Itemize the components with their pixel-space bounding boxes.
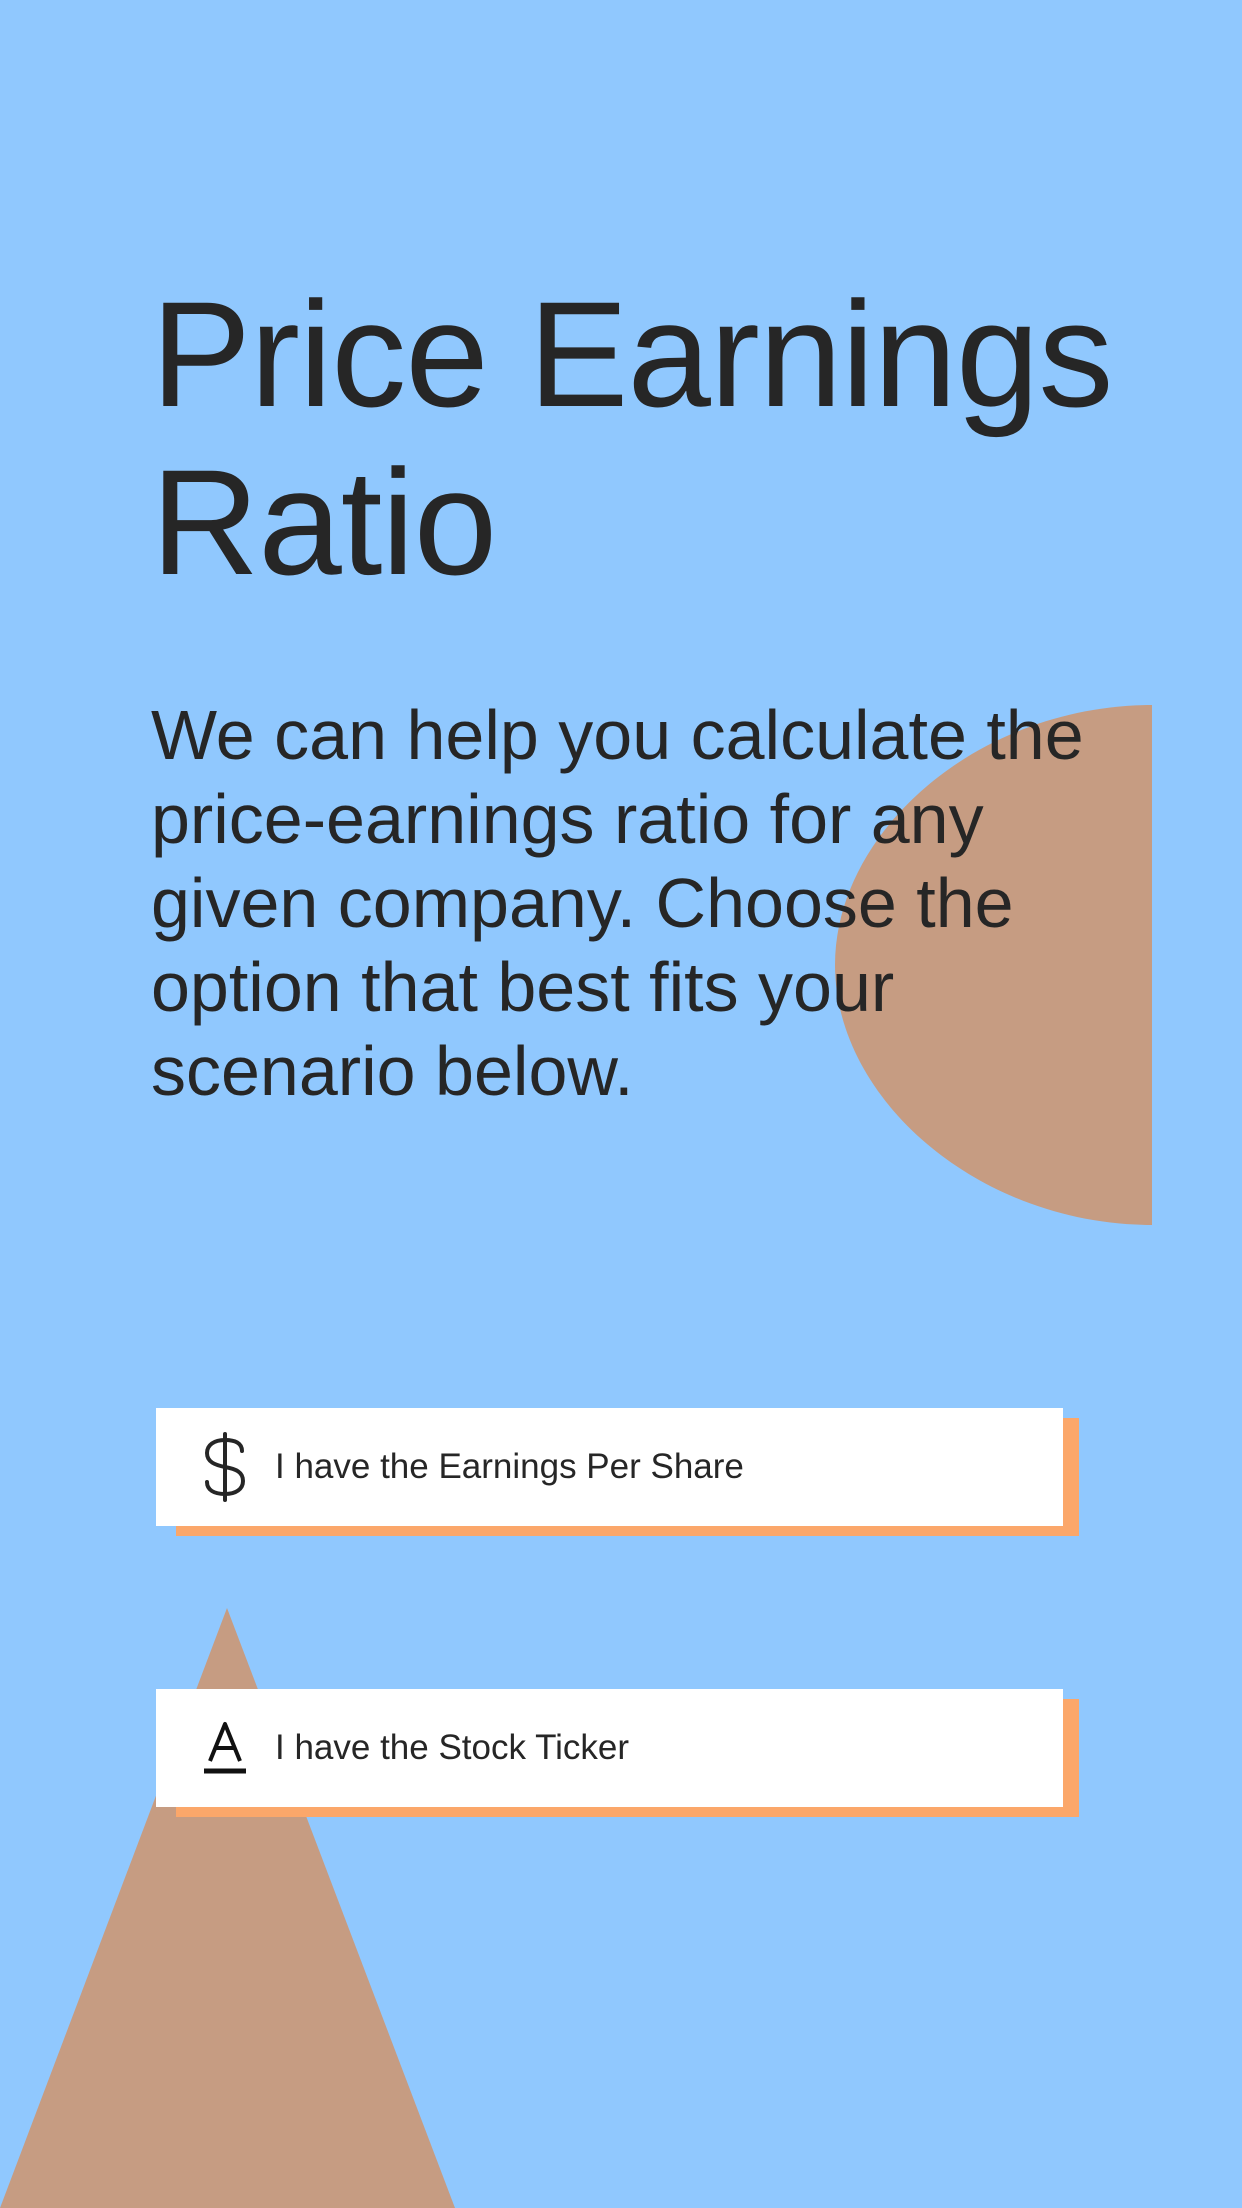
intro-text: We can help you calculate the price-earn… xyxy=(151,696,1084,1110)
page-title: Price Earnings Ratio xyxy=(151,270,1151,606)
page-title-line-2: Ratio xyxy=(151,438,497,606)
page-title-line-1: Price Earnings xyxy=(151,270,1113,438)
earnings-per-share-option-button[interactable]: I have the Earnings Per Share xyxy=(156,1408,1063,1526)
text-a-icon xyxy=(204,1722,246,1774)
page: Price Earnings Ratio We can help you calc… xyxy=(0,0,1242,2208)
stock-ticker-option-label: I have the Stock Ticker xyxy=(275,1728,630,1767)
dollar-icon xyxy=(204,1432,246,1502)
earnings-per-share-option-label: I have the Earnings Per Share xyxy=(275,1447,744,1486)
stock-ticker-option-button[interactable]: I have the Stock Ticker xyxy=(156,1689,1063,1807)
